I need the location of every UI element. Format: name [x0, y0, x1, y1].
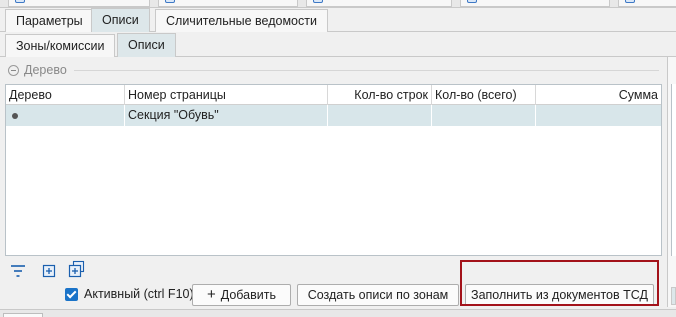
collapse-all-icon[interactable]	[67, 260, 85, 278]
cell-qty-total	[432, 105, 536, 126]
top-document-tabs-strip	[0, 0, 676, 8]
checkbox-checked-icon[interactable]	[65, 287, 78, 301]
right-side-button[interactable]	[671, 287, 676, 305]
column-header-tree[interactable]: Дерево	[6, 85, 125, 105]
group-divider	[74, 70, 659, 71]
cell-page-number: Секция "Обувь"	[125, 105, 328, 126]
main-tabs: Параметры Описи Сличительные ведомости	[0, 8, 676, 32]
document-icon	[15, 0, 25, 3]
top-tab[interactable]	[618, 0, 676, 7]
plus-icon: +	[206, 286, 216, 303]
filter-icon[interactable]	[9, 262, 27, 280]
column-header-page-number[interactable]: Номер страницы	[125, 85, 328, 105]
top-tab[interactable]	[8, 0, 150, 7]
bottom-tab[interactable]	[3, 313, 43, 317]
top-tab[interactable]	[306, 0, 452, 7]
create-inventories-by-zones-button[interactable]: Создать описи по зонам	[297, 284, 459, 306]
tree-group-header[interactable]: Дерево	[8, 61, 67, 79]
document-icon	[313, 0, 323, 3]
tab-parameters[interactable]: Параметры	[5, 9, 94, 32]
active-checkbox[interactable]: Активный (ctrl F10)	[65, 286, 194, 302]
bottom-strip	[0, 309, 676, 317]
add-button-label: Добавить	[220, 288, 276, 302]
tab-comparison-sheets[interactable]: Сличительные ведомости	[155, 9, 328, 32]
table-row[interactable]: Секция "Обувь"	[6, 105, 661, 126]
tab-sub-inventories[interactable]: Описи	[117, 33, 176, 57]
tree-node-icon	[12, 113, 18, 119]
expand-all-icon[interactable]	[40, 262, 58, 280]
create-button-label: Создать описи по зонам	[307, 288, 449, 302]
fill-button-label: Заполнить из документов ТСД	[471, 288, 648, 302]
document-icon	[165, 0, 175, 3]
active-checkbox-label: Активный (ctrl F10)	[84, 287, 194, 301]
column-header-rows-count[interactable]: Кол-во строк	[328, 85, 432, 105]
cell-rows-count	[328, 105, 432, 126]
cell-sum	[536, 105, 661, 126]
add-button[interactable]: + Добавить	[192, 284, 291, 306]
column-header-sum[interactable]: Сумма	[536, 85, 661, 105]
grid-header: Дерево Номер страницы Кол-во строк Кол-в…	[6, 85, 661, 105]
cell-tree	[6, 105, 125, 126]
fill-from-tsd-documents-button[interactable]: Заполнить из документов ТСД	[465, 284, 654, 306]
sub-tabs: Зоны/комиссии Описи	[0, 32, 676, 57]
inventory-grid: Дерево Номер страницы Кол-во строк Кол-в…	[5, 84, 662, 256]
tab-inventories[interactable]: Описи	[91, 8, 150, 32]
column-header-qty-total[interactable]: Кол-во (всего)	[432, 85, 536, 105]
document-icon	[467, 0, 477, 3]
collapse-icon[interactable]	[8, 64, 19, 76]
top-tab[interactable]	[158, 0, 298, 7]
tab-zones-commissions[interactable]: Зоны/комиссии	[5, 34, 116, 57]
document-icon	[625, 0, 635, 3]
top-tab[interactable]	[460, 0, 610, 7]
tree-group-title: Дерево	[24, 63, 67, 77]
right-side-grid	[671, 84, 676, 256]
